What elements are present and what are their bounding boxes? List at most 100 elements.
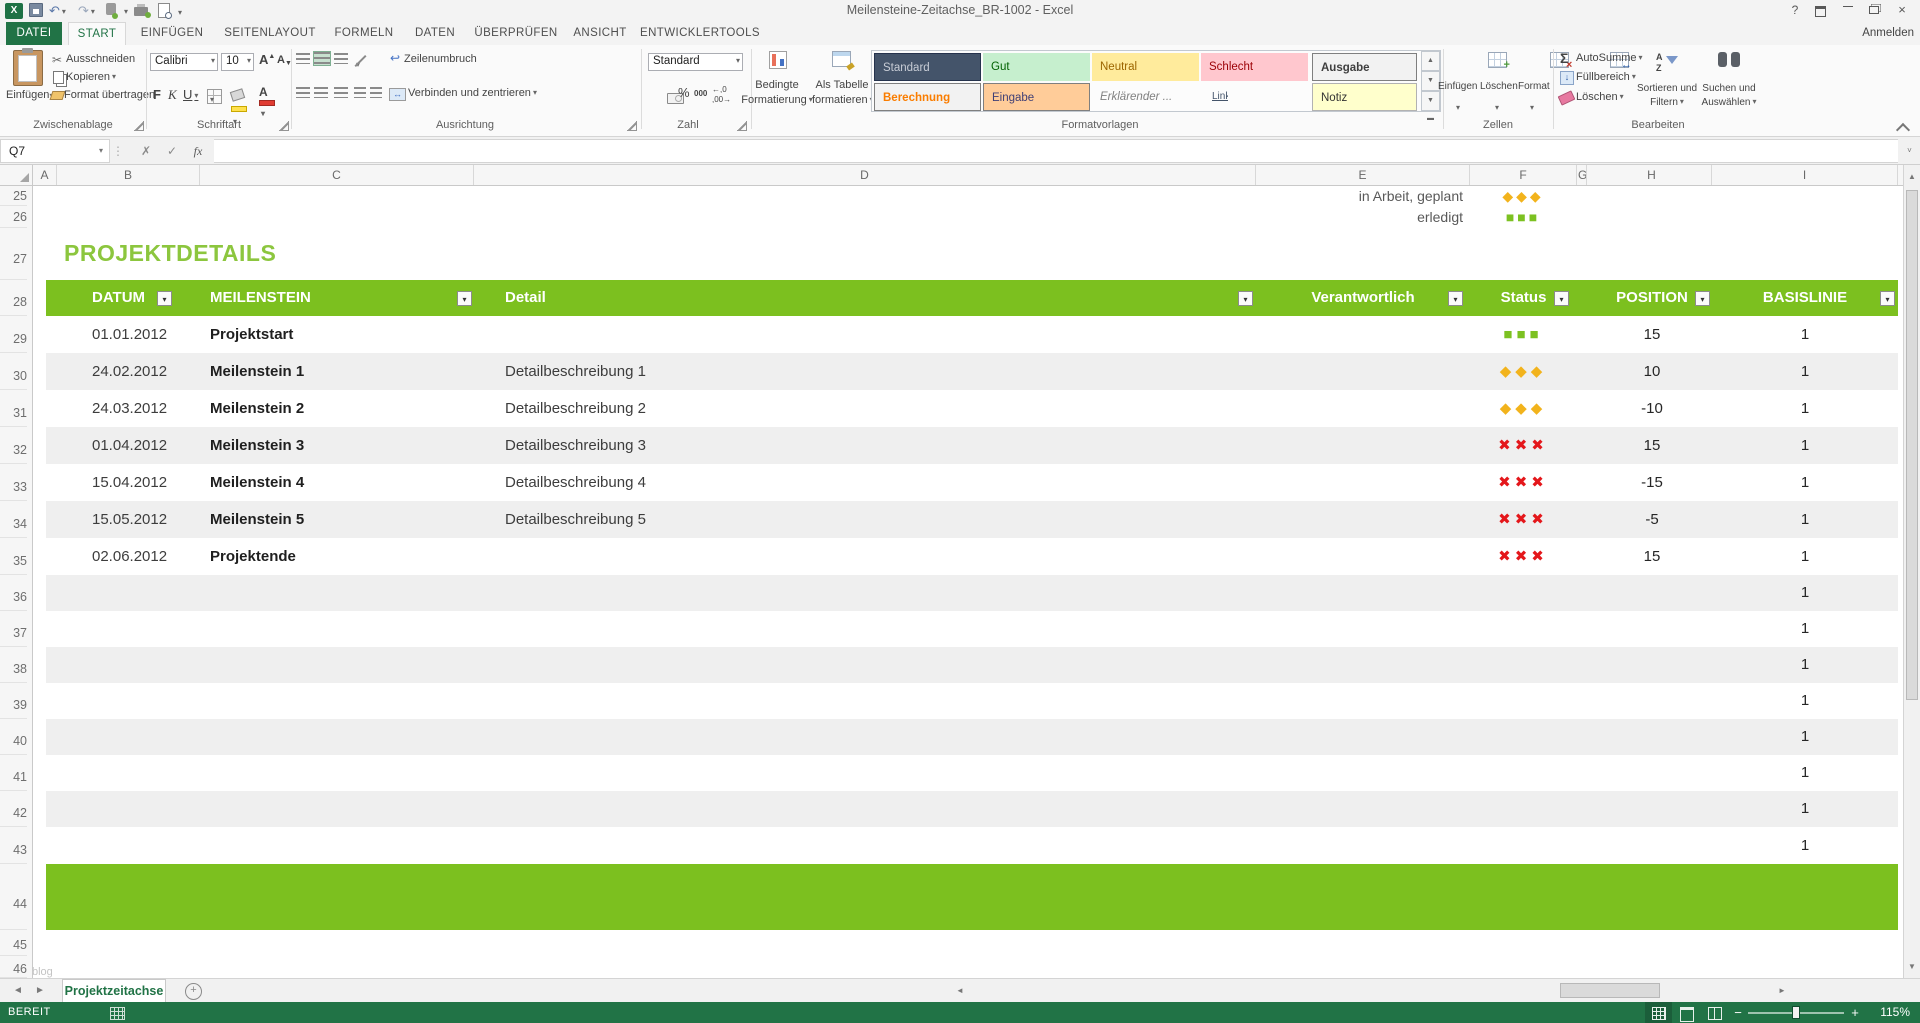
cell-meilenstein[interactable]: Projektende	[210, 538, 296, 575]
delete-cells-caret[interactable]	[1495, 97, 1499, 115]
col-header-h[interactable]: H	[1592, 165, 1712, 185]
header-position[interactable]: POSITION	[1592, 280, 1712, 316]
comma-style-button[interactable]: 000	[694, 89, 707, 98]
row-header[interactable]: 28	[0, 280, 27, 316]
format-as-table-button-line2[interactable]: formatieren	[812, 94, 872, 106]
ribbon-display-options-icon[interactable]	[1810, 0, 1830, 21]
style-notiz[interactable]: Notiz	[1312, 83, 1417, 111]
name-box[interactable]: Q7▾	[0, 139, 110, 163]
expand-formula-bar-icon[interactable]: ˅	[1901, 139, 1918, 163]
cell-datum[interactable]: 01.01.2012	[92, 316, 167, 353]
cell-basislinie[interactable]: 1	[1712, 791, 1898, 827]
row-header[interactable]: 29	[0, 316, 27, 353]
cell-position[interactable]: 15	[1592, 316, 1712, 353]
cell-basislinie[interactable]: 1	[1712, 719, 1898, 755]
number-dialog-launcher[interactable]	[737, 121, 747, 131]
merge-center-button[interactable]: Verbinden und zentrieren	[408, 87, 537, 99]
view-normal-icon[interactable]	[1645, 1002, 1672, 1023]
row-header[interactable]: 34	[0, 501, 27, 538]
cell-basislinie[interactable]: 1	[1712, 427, 1898, 464]
cell-basislinie[interactable]: 1	[1712, 501, 1898, 538]
sheet-tab-projektzeitachse[interactable]: Projektzeitachse	[62, 979, 166, 1002]
namebox-splitter[interactable]: ⋮	[112, 139, 124, 163]
collapse-ribbon-icon[interactable]	[1896, 123, 1910, 137]
minimize-icon[interactable]	[1838, 0, 1858, 21]
cell-basislinie[interactable]: 1	[1712, 611, 1898, 647]
percent-style-button[interactable]: %	[678, 85, 690, 100]
cut-button[interactable]: Ausschneiden	[66, 53, 135, 65]
tab-datei[interactable]: DATEI	[6, 22, 62, 45]
align-bottom-icon[interactable]	[334, 53, 348, 64]
undo-icon[interactable]: ↶	[49, 3, 66, 19]
cancel-icon[interactable]: ✗	[134, 139, 158, 163]
col-header-g[interactable]: G	[1577, 165, 1587, 185]
section-title[interactable]: PROJEKTDETAILS	[64, 240, 276, 267]
row-header[interactable]: 30	[0, 353, 27, 390]
tab-einfuegen[interactable]: EINFÜGEN	[133, 22, 211, 45]
style-berechnung[interactable]: Berechnung	[874, 83, 981, 111]
horizontal-scroll-thumb[interactable]	[1560, 983, 1660, 998]
scroll-right-icon[interactable]: ►	[1774, 983, 1790, 998]
filter-button-datum[interactable]	[157, 291, 172, 306]
view-page-break-icon[interactable]	[1701, 1002, 1728, 1023]
cell-datum[interactable]: 24.02.2012	[92, 353, 167, 390]
legend-label-geplant[interactable]: in Arbeit, geplant	[1256, 186, 1463, 206]
zoom-out-icon[interactable]: −	[1731, 1002, 1745, 1023]
legend-label-erledigt[interactable]: erledigt	[1256, 206, 1463, 228]
number-format-select[interactable]: Standard▾	[648, 53, 743, 71]
cell-detail[interactable]: Detailbeschreibung 1	[505, 353, 646, 390]
cell-detail[interactable]: Detailbeschreibung 4	[505, 464, 646, 501]
increase-indent-icon[interactable]	[370, 87, 382, 98]
gallery-more-icon[interactable]: ▼▬	[1421, 91, 1440, 111]
cell-position[interactable]: 15	[1592, 538, 1712, 575]
cell-meilenstein[interactable]: Projektstart	[210, 316, 293, 353]
col-header-a[interactable]: A	[33, 165, 57, 185]
help-icon[interactable]: ?	[1786, 0, 1804, 21]
find-select-button[interactable]: Suchen und	[1700, 83, 1758, 94]
style-neutral[interactable]: Neutral	[1092, 53, 1199, 81]
tab-entwicklertools[interactable]: ENTWICKLERTOOLS	[638, 22, 762, 45]
row-header[interactable]: 35	[0, 538, 27, 575]
enter-icon[interactable]: ✓	[160, 139, 184, 163]
cell-position[interactable]: -10	[1592, 390, 1712, 427]
insert-cells-caret[interactable]	[1456, 97, 1460, 115]
cell-datum[interactable]: 15.05.2012	[92, 501, 167, 538]
cell-datum[interactable]: 01.04.2012	[92, 427, 167, 464]
row-header[interactable]: 37	[0, 611, 27, 647]
conditional-formatting-button[interactable]: Bedingte	[737, 79, 817, 91]
header-detail[interactable]: Detail	[505, 280, 546, 316]
style-erklaerender[interactable]: Erklärender ...	[1092, 83, 1199, 111]
save-icon[interactable]	[29, 3, 43, 19]
scroll-up-icon[interactable]: ▲	[1904, 168, 1920, 185]
sign-in-link[interactable]: Anmelden	[1862, 27, 1914, 39]
col-header-i[interactable]: I	[1712, 165, 1898, 185]
row-header[interactable]: 32	[0, 427, 27, 464]
paste-button[interactable]: Einfügen	[6, 50, 50, 101]
filter-button-basislinie[interactable]	[1880, 291, 1895, 306]
col-header-e[interactable]: E	[1256, 165, 1470, 185]
gallery-scroll-up-icon[interactable]: ▲	[1421, 51, 1440, 71]
style-standard[interactable]: Standard	[874, 53, 981, 81]
new-sheet-icon[interactable]	[185, 983, 202, 1000]
cell-meilenstein[interactable]: Meilenstein 1	[210, 353, 304, 390]
print-preview-icon[interactable]	[158, 3, 170, 19]
zoom-slider-thumb[interactable]	[1792, 1006, 1800, 1019]
cell-position[interactable]: 15	[1592, 427, 1712, 464]
cell-position[interactable]: 10	[1592, 353, 1712, 390]
cell-basislinie[interactable]: 1	[1712, 538, 1898, 575]
clipboard-dialog-launcher[interactable]	[134, 121, 144, 131]
cell-meilenstein[interactable]: Meilenstein 3	[210, 427, 304, 464]
insert-cells-button[interactable]: Einfügen	[1438, 81, 1477, 92]
row-header[interactable]: 46	[0, 956, 27, 978]
row-header[interactable]: 38	[0, 647, 27, 683]
tab-ueberpruefen[interactable]: ÜBERPRÜFEN	[470, 22, 562, 45]
row-header[interactable]: 44	[0, 864, 27, 930]
header-verantwortlich[interactable]: Verantwortlich	[1256, 280, 1470, 316]
align-middle-icon[interactable]	[314, 52, 330, 65]
style-gut[interactable]: Gut	[983, 53, 1090, 81]
row-header[interactable]: 45	[0, 930, 27, 956]
tab-formeln[interactable]: FORMELN	[328, 22, 400, 45]
delete-cells-button[interactable]: Löschen	[1480, 81, 1518, 92]
vertical-scroll-thumb[interactable]	[1906, 190, 1918, 700]
format-cells-caret[interactable]	[1530, 97, 1534, 115]
